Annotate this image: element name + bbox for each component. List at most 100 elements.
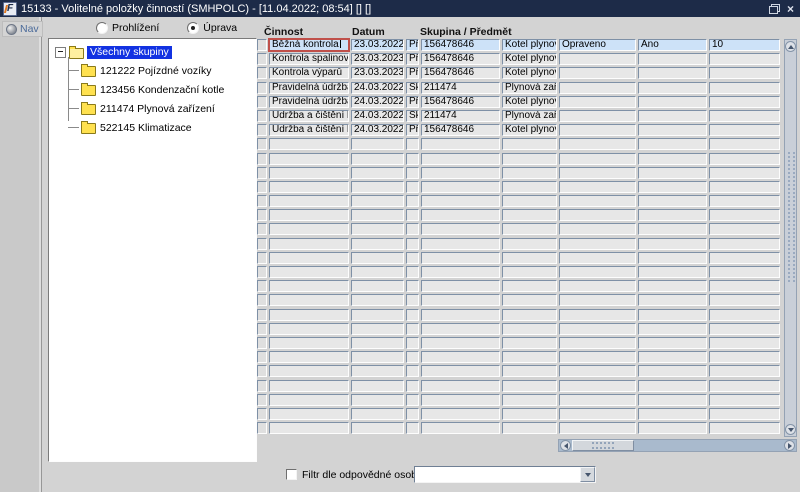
cell-cislo[interactable] bbox=[421, 266, 500, 278]
cell-cislo[interactable] bbox=[421, 407, 500, 420]
scroll-right-button[interactable] bbox=[784, 440, 795, 451]
table-horizontal-scrollbar[interactable] bbox=[558, 439, 797, 452]
cell-ano[interactable] bbox=[638, 422, 707, 435]
cell-pocet[interactable] bbox=[709, 407, 780, 420]
cell-stav[interactable] bbox=[559, 379, 636, 392]
row-selector-cell[interactable] bbox=[257, 166, 267, 179]
row-selector-cell[interactable] bbox=[257, 280, 267, 293]
radio-prohlizeni[interactable]: Prohlížení bbox=[96, 22, 159, 34]
cell-ano[interactable] bbox=[638, 251, 707, 264]
cell-pocet[interactable] bbox=[709, 53, 780, 66]
cell-stav[interactable] bbox=[559, 294, 636, 307]
cell-typ[interactable] bbox=[406, 251, 419, 264]
cell-cinnost[interactable] bbox=[269, 280, 349, 293]
cell-stav[interactable] bbox=[559, 237, 636, 250]
cell-pocet[interactable] bbox=[709, 109, 780, 122]
cell-typ[interactable] bbox=[406, 209, 419, 222]
scroll-down-button[interactable] bbox=[785, 424, 796, 435]
cell-datum[interactable] bbox=[351, 237, 404, 250]
cell-cislo[interactable]: 156478646 bbox=[421, 124, 500, 137]
cell-cinnost[interactable] bbox=[269, 237, 349, 250]
cell-cislo[interactable]: 156478646 bbox=[421, 95, 500, 108]
cell-datum[interactable]: 23.03.2023 bbox=[351, 67, 404, 80]
cell-cislo[interactable] bbox=[421, 365, 500, 378]
responsible-person-combobox[interactable] bbox=[414, 466, 596, 483]
cell-cislo[interactable] bbox=[421, 180, 500, 193]
table-vertical-scrollbar[interactable] bbox=[784, 39, 797, 437]
cell-typ[interactable] bbox=[406, 195, 419, 208]
cell-stav[interactable] bbox=[559, 365, 636, 378]
cell-cislo[interactable] bbox=[421, 138, 500, 151]
cell-pocet[interactable] bbox=[709, 280, 780, 293]
cell-typ[interactable] bbox=[406, 152, 419, 165]
cell-ano[interactable] bbox=[638, 393, 707, 406]
cell-ano[interactable] bbox=[638, 138, 707, 151]
cell-cislo[interactable] bbox=[421, 294, 500, 307]
row-selector-cell[interactable] bbox=[257, 67, 267, 80]
cell-nazev[interactable] bbox=[502, 223, 557, 236]
cell-pocet[interactable] bbox=[709, 67, 780, 80]
cell-datum[interactable] bbox=[351, 251, 404, 264]
cell-datum[interactable] bbox=[351, 166, 404, 179]
row-selector-cell[interactable] bbox=[257, 294, 267, 307]
cell-typ[interactable]: Př bbox=[406, 95, 419, 108]
cell-pocet[interactable] bbox=[709, 138, 780, 151]
cell-cinnost[interactable]: Kontrola spalinových c bbox=[269, 53, 349, 66]
cell-cislo[interactable] bbox=[421, 209, 500, 222]
radio-uprava[interactable]: Úprava bbox=[187, 22, 237, 34]
row-selector-cell[interactable] bbox=[257, 124, 267, 137]
row-selector-cell[interactable] bbox=[257, 81, 267, 94]
cell-ano[interactable]: Ano bbox=[638, 39, 707, 51]
cell-datum[interactable] bbox=[351, 280, 404, 293]
cell-cinnost[interactable] bbox=[269, 266, 349, 278]
cell-pocet[interactable] bbox=[709, 336, 780, 349]
cell-pocet[interactable] bbox=[709, 393, 780, 406]
cell-cislo[interactable] bbox=[421, 336, 500, 349]
cell-typ[interactable] bbox=[406, 422, 419, 435]
cell-typ[interactable] bbox=[406, 223, 419, 236]
row-selector-cell[interactable] bbox=[257, 251, 267, 264]
cell-nazev[interactable] bbox=[502, 251, 557, 264]
tree-item-211474[interactable]: 211474 Plynová zařízení bbox=[68, 99, 256, 118]
cell-typ[interactable] bbox=[406, 351, 419, 364]
cell-cinnost[interactable] bbox=[269, 365, 349, 378]
cell-typ[interactable]: Př bbox=[406, 39, 419, 51]
cell-stav[interactable] bbox=[559, 180, 636, 193]
cell-cislo[interactable] bbox=[421, 237, 500, 250]
cell-datum[interactable] bbox=[351, 336, 404, 349]
cell-nazev[interactable] bbox=[502, 138, 557, 151]
cell-ano[interactable] bbox=[638, 53, 707, 66]
cell-cinnost[interactable] bbox=[269, 223, 349, 236]
cell-typ[interactable] bbox=[406, 365, 419, 378]
cell-typ[interactable] bbox=[406, 308, 419, 321]
cell-nazev[interactable] bbox=[502, 379, 557, 392]
row-selector-cell[interactable] bbox=[257, 365, 267, 378]
combobox-value[interactable] bbox=[415, 467, 580, 482]
cell-stav[interactable] bbox=[559, 195, 636, 208]
tree-item-123456[interactable]: 123456 Kondenzační kotle bbox=[68, 80, 256, 99]
cell-typ[interactable] bbox=[406, 280, 419, 293]
cell-pocet[interactable]: 10 bbox=[709, 39, 780, 51]
cell-pocet[interactable] bbox=[709, 95, 780, 108]
cell-ano[interactable] bbox=[638, 81, 707, 94]
cell-stav[interactable] bbox=[559, 67, 636, 80]
cell-pocet[interactable] bbox=[709, 266, 780, 278]
tree-item-522145[interactable]: 522145 Klimatizace bbox=[68, 118, 256, 137]
row-selector-cell[interactable] bbox=[257, 109, 267, 122]
row-selector-cell[interactable] bbox=[257, 138, 267, 151]
cell-datum[interactable] bbox=[351, 223, 404, 236]
cell-pocet[interactable] bbox=[709, 251, 780, 264]
row-selector-cell[interactable] bbox=[257, 95, 267, 108]
cell-pocet[interactable] bbox=[709, 237, 780, 250]
cell-pocet[interactable] bbox=[709, 152, 780, 165]
cell-nazev[interactable]: Kotel plynový bbox=[502, 124, 557, 137]
cell-typ[interactable] bbox=[406, 294, 419, 307]
cell-cinnost[interactable] bbox=[269, 422, 349, 435]
row-selector-cell[interactable] bbox=[257, 266, 267, 278]
cell-ano[interactable] bbox=[638, 109, 707, 122]
cell-pocet[interactable] bbox=[709, 166, 780, 179]
tree-item-121222[interactable]: 121222 Pojízdné vozíky bbox=[68, 61, 256, 80]
cell-cislo[interactable] bbox=[421, 223, 500, 236]
combo-dropdown-button[interactable] bbox=[580, 467, 595, 482]
row-selector-cell[interactable] bbox=[257, 53, 267, 66]
